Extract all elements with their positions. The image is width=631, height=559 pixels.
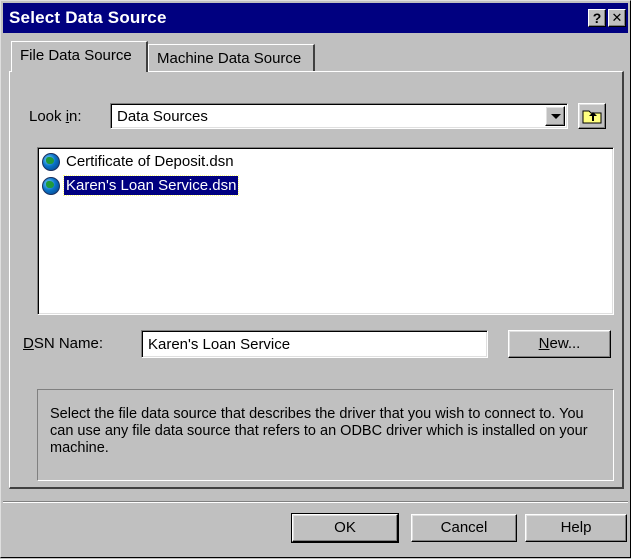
dsn-name-label: DSN Name: <box>23 335 104 352</box>
folder-up-icon <box>582 110 602 124</box>
new-button[interactable]: New... <box>508 330 611 358</box>
file-list[interactable]: Certificate of Deposit.dsn Karen's Loan … <box>37 147 614 315</box>
list-item-label: Karen's Loan Service.dsn <box>62 175 240 196</box>
list-item-label: Certificate of Deposit.dsn <box>66 153 234 170</box>
chevron-down-icon[interactable] <box>545 106 565 126</box>
description-text: Select the file data source that describ… <box>50 406 588 456</box>
look-in-combobox[interactable]: Data Sources <box>110 103 568 129</box>
ok-button[interactable]: OK <box>291 513 399 543</box>
help-button[interactable]: Help <box>525 514 627 542</box>
footer-separator <box>3 501 628 503</box>
look-in-value: Data Sources <box>117 108 208 125</box>
look-in-label: Look in: <box>29 108 82 125</box>
description-box: Select the file data source that describ… <box>37 389 614 481</box>
dsn-globe-icon <box>42 177 60 195</box>
cancel-button[interactable]: Cancel <box>411 514 517 542</box>
select-data-source-dialog: Select Data Source ? ✕ File Data Source … <box>0 0 631 558</box>
dsn-name-value: Karen's Loan Service <box>148 336 291 353</box>
dsn-name-input[interactable]: Karen's Loan Service <box>141 330 488 358</box>
dsn-globe-icon <box>42 153 60 171</box>
up-one-level-button[interactable] <box>578 103 606 129</box>
